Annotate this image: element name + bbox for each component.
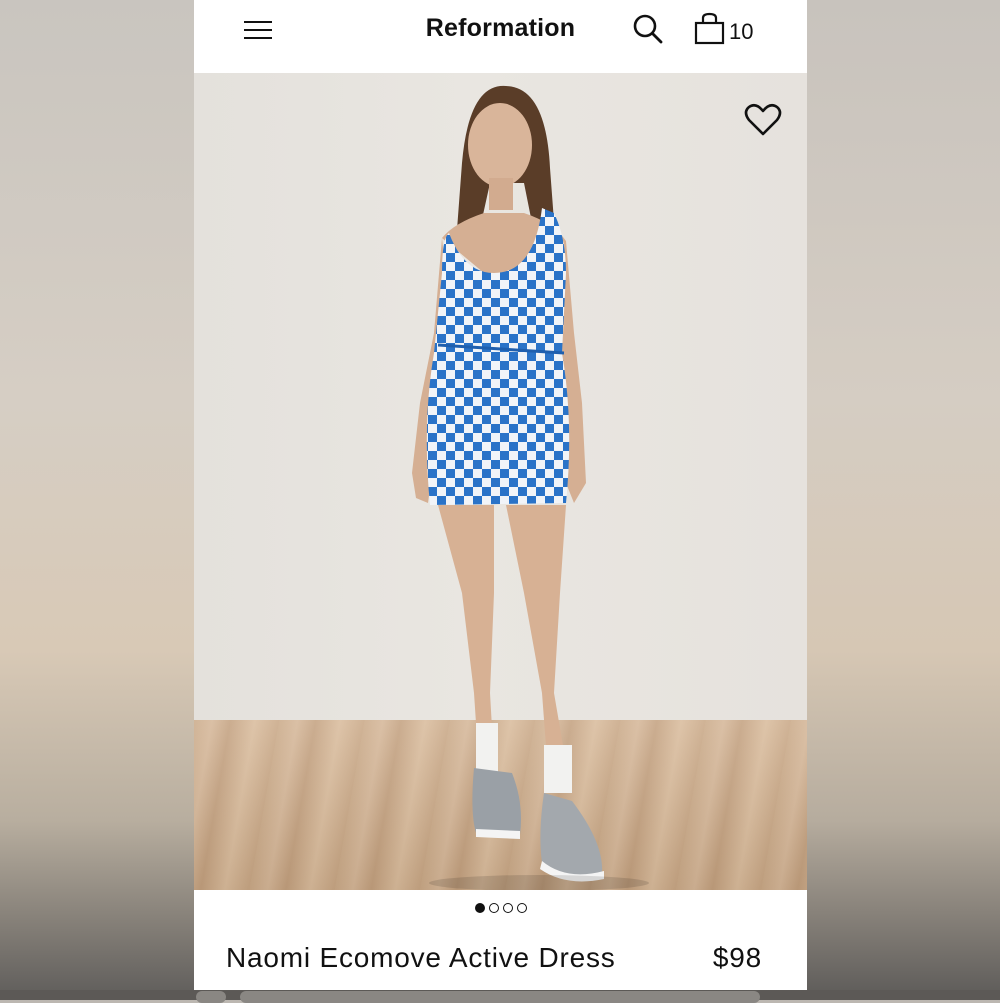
background-left bbox=[0, 0, 194, 1000]
pager-dot-2[interactable] bbox=[488, 903, 499, 913]
image-carousel-pager bbox=[194, 900, 807, 918]
hamburger-menu-icon[interactable] bbox=[244, 16, 272, 44]
brand-logo[interactable]: Reformation bbox=[394, 14, 607, 43]
product-name: Naomi Ecomove Active Dress bbox=[226, 942, 616, 973]
product-price: $98 bbox=[712, 942, 762, 973]
pager-dot-3[interactable] bbox=[502, 903, 513, 913]
model-figure bbox=[412, 85, 649, 890]
shopping-bag-icon[interactable] bbox=[694, 12, 726, 46]
cart-count[interactable]: 10 bbox=[729, 19, 753, 45]
product-image[interactable] bbox=[194, 73, 807, 890]
search-icon[interactable] bbox=[631, 12, 665, 46]
pager-dot-1[interactable] bbox=[474, 903, 485, 913]
heart-icon[interactable] bbox=[744, 103, 782, 137]
top-nav: Reformation 10 bbox=[194, 0, 807, 73]
phone-screen: Reformation 10 Naomi Ecomove Active Dres… bbox=[194, 0, 807, 1000]
background-right bbox=[807, 0, 1000, 1000]
bottom-control-small bbox=[196, 991, 226, 1003]
bottom-control-bar bbox=[240, 991, 760, 1003]
pager-dot-4[interactable] bbox=[516, 903, 527, 913]
